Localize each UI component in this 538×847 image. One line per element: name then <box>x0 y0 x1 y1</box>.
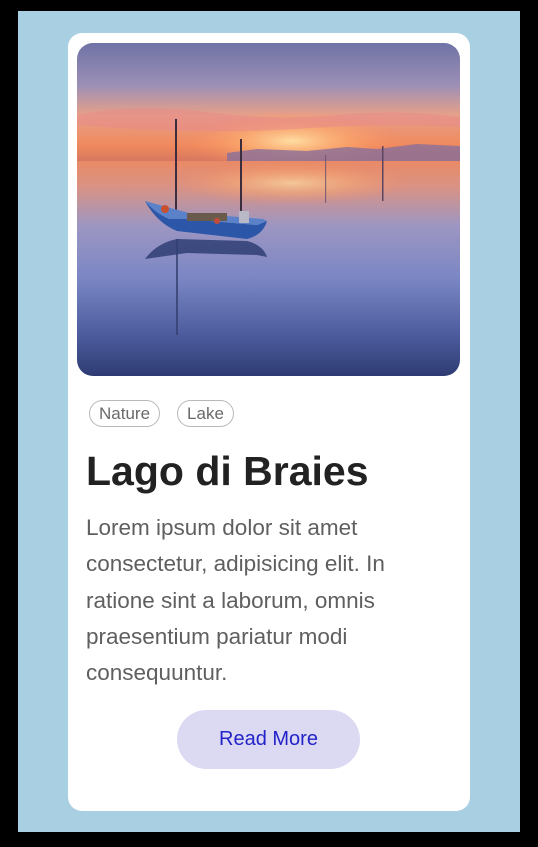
card-description: Lorem ipsum dolor sit amet consectetur, … <box>86 515 385 686</box>
tag-lake[interactable]: Lake <box>177 400 234 427</box>
read-more-button[interactable]: Read More <box>177 710 360 769</box>
article-card: Nature Lake Lago di Braies Lorem ipsum d… <box>68 33 470 811</box>
card-title: Lago di Braies <box>86 448 369 494</box>
tag-nature[interactable]: Nature <box>89 400 161 427</box>
tag-list: Nature Lake <box>89 400 234 427</box>
page-background: Nature Lake Lago di Braies Lorem ipsum d… <box>18 11 520 832</box>
card-image <box>77 43 460 376</box>
lake-boat-photo <box>77 43 460 376</box>
